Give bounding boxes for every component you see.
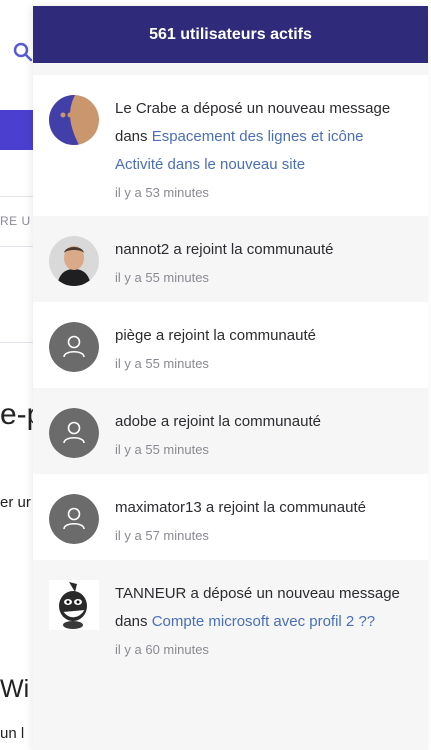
activity-link[interactable]: Compte microsoft avec profil 2 ?? bbox=[152, 613, 375, 630]
activity-item: Le Crabe a déposé un nouveau message dan… bbox=[33, 75, 428, 216]
user-photo-avatar[interactable] bbox=[49, 236, 99, 286]
active-users-panel: 561 utilisateurs actifs Le Crabe a dépos… bbox=[33, 6, 428, 750]
activity-timestamp: il y a 60 minutes bbox=[115, 642, 209, 657]
panel-title: 561 utilisateurs actifs bbox=[33, 6, 428, 63]
activity-timestamp: il y a 55 minutes bbox=[115, 356, 209, 371]
background-heading: Wi bbox=[0, 675, 30, 703]
activity-timestamp: il y a 55 minutes bbox=[115, 442, 209, 457]
background-text: un l bbox=[0, 725, 25, 742]
activity-feed: Le Crabe a déposé un nouveau message dan… bbox=[33, 75, 428, 673]
activity-timestamp: il y a 53 minutes bbox=[115, 185, 209, 200]
cartoon-avatar-icon[interactable] bbox=[49, 580, 99, 630]
activity-timestamp: il y a 55 minutes bbox=[115, 270, 209, 285]
activity-text: piège a rejoint la communauté bbox=[115, 327, 316, 344]
activity-timestamp: il y a 57 minutes bbox=[115, 528, 209, 543]
activity-text: adobe a rejoint la communauté bbox=[115, 413, 321, 430]
background-input-text: RE U bbox=[0, 214, 31, 228]
crab-avatar-icon[interactable] bbox=[49, 95, 99, 145]
default-user-icon[interactable] bbox=[49, 322, 99, 372]
activity-item: piège a rejoint la communauté il y a 55 … bbox=[33, 302, 428, 388]
default-user-icon[interactable] bbox=[49, 494, 99, 544]
activity-item: TANNEUR a déposé un nouveau message dans… bbox=[33, 560, 428, 673]
default-user-icon[interactable] bbox=[49, 408, 99, 458]
activity-item: nannot2 a rejoint la communauté il y a 5… bbox=[33, 216, 428, 302]
search-icon[interactable] bbox=[13, 42, 33, 62]
background-text: er ur bbox=[0, 494, 31, 511]
activity-text: nannot2 a rejoint la communauté bbox=[115, 241, 334, 258]
activity-link[interactable]: Espacement des lignes et icône Activité … bbox=[115, 128, 364, 173]
activity-item: adobe a rejoint la communauté il y a 55 … bbox=[33, 388, 428, 474]
activity-item: maximator13 a rejoint la communauté il y… bbox=[33, 474, 428, 560]
activity-text: maximator13 a rejoint la communauté bbox=[115, 499, 366, 516]
